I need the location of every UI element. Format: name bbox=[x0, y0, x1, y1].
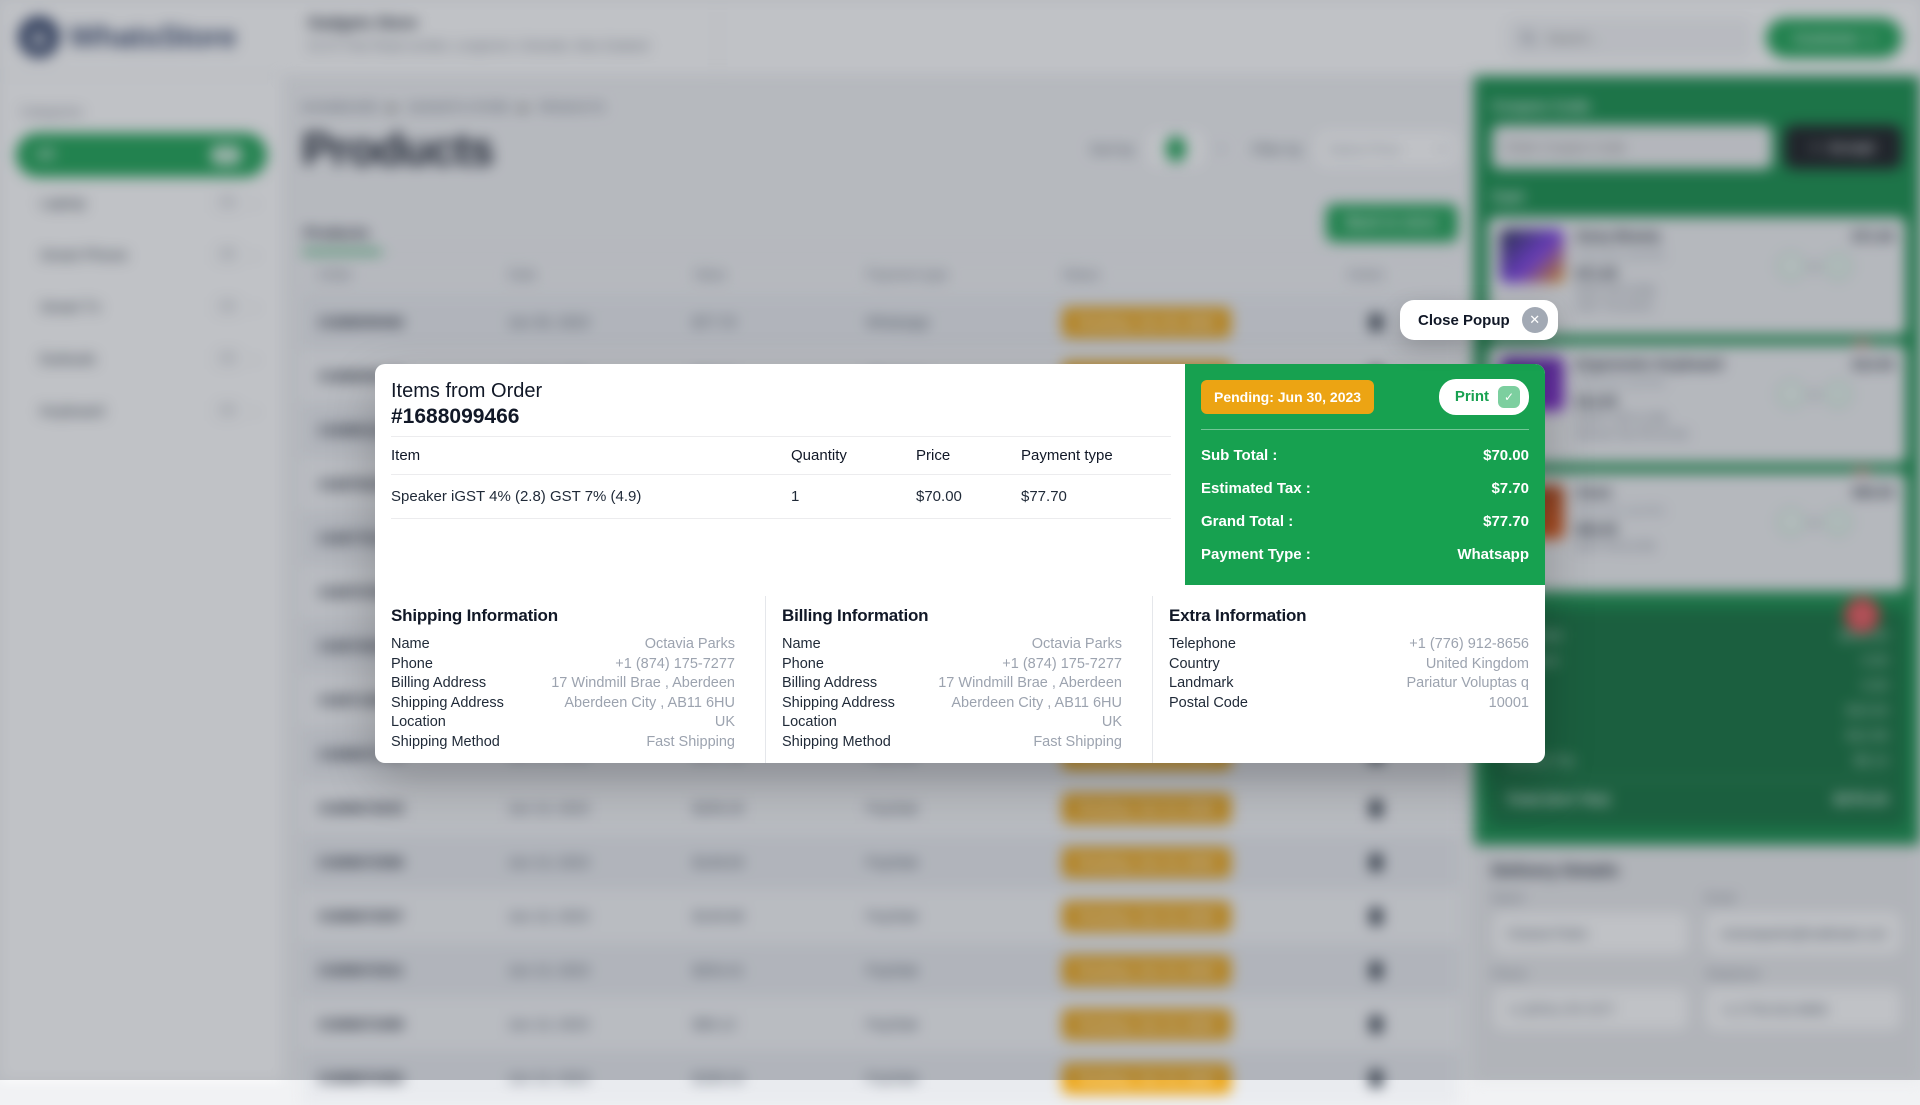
info-value: UK bbox=[715, 713, 735, 733]
summary-label: Estimated Tax : bbox=[1201, 480, 1311, 497]
info-label: Landmark bbox=[1169, 674, 1233, 694]
info-section-title: Billing Information bbox=[782, 606, 1122, 626]
info-row: Billing Address 17 Windmill Brae , Aberde… bbox=[782, 674, 1122, 694]
info-label: Shipping Method bbox=[391, 733, 500, 753]
info-value: +1 (874) 175-7277 bbox=[615, 655, 735, 675]
info-value: +1 (776) 912-8656 bbox=[1409, 635, 1529, 655]
info-label: Name bbox=[782, 635, 821, 655]
modal-column-header: Item bbox=[391, 447, 791, 464]
info-value: Pariatur Voluptas q bbox=[1406, 674, 1529, 694]
info-label: Shipping Address bbox=[391, 694, 504, 714]
info-row: Billing Address 17 Windmill Brae , Aberde… bbox=[391, 674, 735, 694]
summary-value: Whatsapp bbox=[1457, 546, 1529, 563]
summary-row: Grand Total : $77.70 bbox=[1201, 505, 1529, 538]
info-section-title: Extra Information bbox=[1169, 606, 1529, 626]
close-icon: ✕ bbox=[1522, 307, 1548, 333]
info-label: Country bbox=[1169, 655, 1220, 675]
order-summary-rows: Sub Total : $70.00 Estimated Tax : $7.70 Gra… bbox=[1201, 430, 1529, 571]
print-button[interactable]: Print ✓ bbox=[1439, 379, 1529, 415]
info-label: Name bbox=[391, 635, 430, 655]
info-value: Octavia Parks bbox=[1032, 635, 1122, 655]
clipboard-check-icon: ✓ bbox=[1498, 386, 1520, 408]
quantity-cell: 1 bbox=[791, 488, 916, 505]
summary-label: Payment Type : bbox=[1201, 546, 1311, 563]
info-label: Telephone bbox=[1169, 635, 1236, 655]
summary-row: Estimated Tax : $7.70 bbox=[1201, 472, 1529, 505]
info-section: Shipping InformationNameOctavia ParksPho… bbox=[375, 596, 765, 763]
summary-label: Sub Total : bbox=[1201, 447, 1277, 464]
summary-value: $7.70 bbox=[1491, 480, 1529, 497]
order-items-table: ItemQuantityPricePayment type Speaker iG… bbox=[391, 436, 1171, 519]
close-popup-button[interactable]: Close Popup ✕ bbox=[1400, 300, 1558, 340]
info-row: Landmark Pariatur Voluptas q bbox=[1169, 674, 1529, 694]
info-row: Shipping Method Fast Shipping bbox=[391, 733, 735, 753]
info-row: Name Octavia Parks bbox=[782, 635, 1122, 655]
info-value: Aberdeen City , AB11 6HU bbox=[951, 694, 1122, 714]
info-row: Shipping Method Fast Shipping bbox=[782, 733, 1122, 753]
order-status-badge: Pending: Jun 30, 2023 bbox=[1201, 380, 1374, 414]
modal-column-header: Price bbox=[916, 447, 1021, 464]
info-label: Billing Address bbox=[391, 674, 486, 694]
info-row: Shipping Address Aberdeen City , AB11 6HU bbox=[391, 694, 735, 714]
close-popup-label: Close Popup bbox=[1418, 312, 1510, 329]
info-row: Location UK bbox=[391, 713, 735, 733]
summary-row: Payment Type : Whatsapp bbox=[1201, 538, 1529, 571]
info-value: 10001 bbox=[1489, 694, 1529, 714]
info-value: 17 Windmill Brae , Aberdeen bbox=[551, 674, 735, 694]
item-name-cell: Speaker iGST 4% (2.8) GST 7% (4.9) bbox=[391, 488, 791, 505]
info-label: Shipping Method bbox=[782, 733, 891, 753]
order-items-table-header: ItemQuantityPricePayment type bbox=[391, 436, 1171, 475]
info-section: Extra Information Telephone +1 (776) 912-8… bbox=[1152, 596, 1545, 763]
info-label: Location bbox=[782, 713, 837, 733]
modal-column-header: Payment type bbox=[1021, 447, 1171, 464]
modal-column-header: Quantity bbox=[791, 447, 916, 464]
summary-label: Grand Total : bbox=[1201, 513, 1293, 530]
info-row: Phone +1 (874) 175-7277 bbox=[782, 655, 1122, 675]
summary-row: Sub Total : $70.00 bbox=[1201, 439, 1529, 472]
info-row: Telephone +1 (776) 912-8656 bbox=[1169, 635, 1529, 655]
info-value: 17 Windmill Brae , Aberdeen bbox=[938, 674, 1122, 694]
info-value: United Kingdom bbox=[1426, 655, 1529, 675]
print-button-label: Print bbox=[1455, 388, 1489, 405]
order-items-modal: Items from Order #1688099466 ItemQuantit… bbox=[375, 364, 1545, 763]
info-value: +1 (874) 175-7277 bbox=[1002, 655, 1122, 675]
info-section-title: Shipping Information bbox=[391, 606, 735, 626]
info-row: Name Octavia Parks bbox=[391, 635, 735, 655]
info-value: Octavia Parks bbox=[645, 635, 735, 655]
modal-item-row: Speaker iGST 4% (2.8) GST 7% (4.9)1$70.0… bbox=[391, 475, 1171, 519]
summary-value: $77.70 bbox=[1483, 513, 1529, 530]
info-label: Phone bbox=[782, 655, 824, 675]
info-label: Location bbox=[391, 713, 446, 733]
info-value: Fast Shipping bbox=[1033, 733, 1122, 753]
info-row: Country United Kingdom bbox=[1169, 655, 1529, 675]
info-label: Postal Code bbox=[1169, 694, 1248, 714]
info-row: Postal Code 10001 bbox=[1169, 694, 1529, 714]
order-info-sections: Shipping InformationNameOctavia ParksPho… bbox=[375, 596, 1545, 763]
price-cell: $70.00 bbox=[916, 488, 1021, 505]
info-value: Fast Shipping bbox=[646, 733, 735, 753]
order-summary-panel: Pending: Jun 30, 2023 Print ✓ Sub Total … bbox=[1185, 364, 1545, 585]
info-section: Billing InformationNameOctavia ParksPhon… bbox=[765, 596, 1152, 763]
payment-type-cell: $77.70 bbox=[1021, 488, 1171, 505]
info-value: Aberdeen City , AB11 6HU bbox=[564, 694, 735, 714]
summary-value: $70.00 bbox=[1483, 447, 1529, 464]
info-label: Phone bbox=[391, 655, 433, 675]
info-row: Location UK bbox=[782, 713, 1122, 733]
info-row: Shipping Address Aberdeen City , AB11 6HU bbox=[782, 694, 1122, 714]
order-items-table-body: Speaker iGST 4% (2.8) GST 7% (4.9)1$70.0… bbox=[391, 475, 1171, 519]
info-row: Phone +1 (874) 175-7277 bbox=[391, 655, 735, 675]
info-label: Shipping Address bbox=[782, 694, 895, 714]
info-label: Billing Address bbox=[782, 674, 877, 694]
info-value: UK bbox=[1102, 713, 1122, 733]
